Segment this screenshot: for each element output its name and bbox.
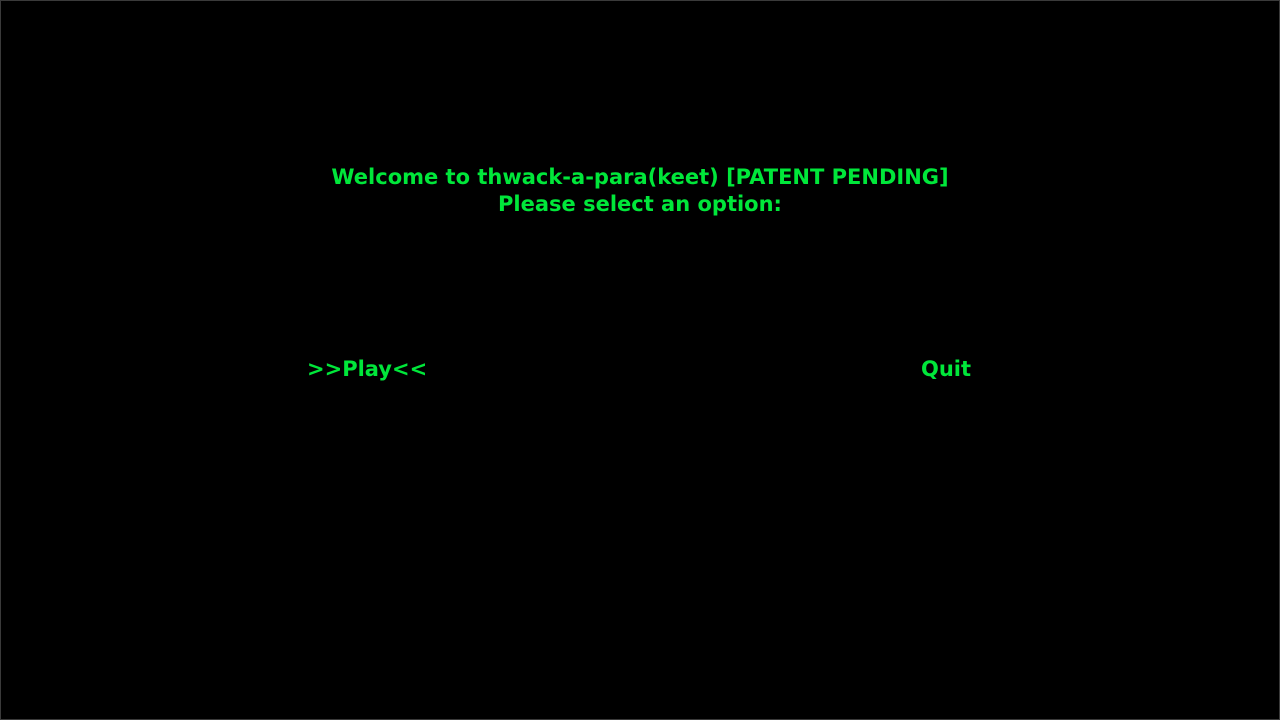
quit-option[interactable]: Quit [921, 356, 971, 382]
game-screen: Welcome to thwack-a-para(keet) [PATENT P… [0, 0, 1280, 720]
select-prompt: Please select an option: [498, 192, 782, 216]
welcome-title: Welcome to thwack-a-para(keet) [PATENT P… [331, 165, 949, 189]
play-option[interactable]: >>Play<< [307, 356, 427, 382]
